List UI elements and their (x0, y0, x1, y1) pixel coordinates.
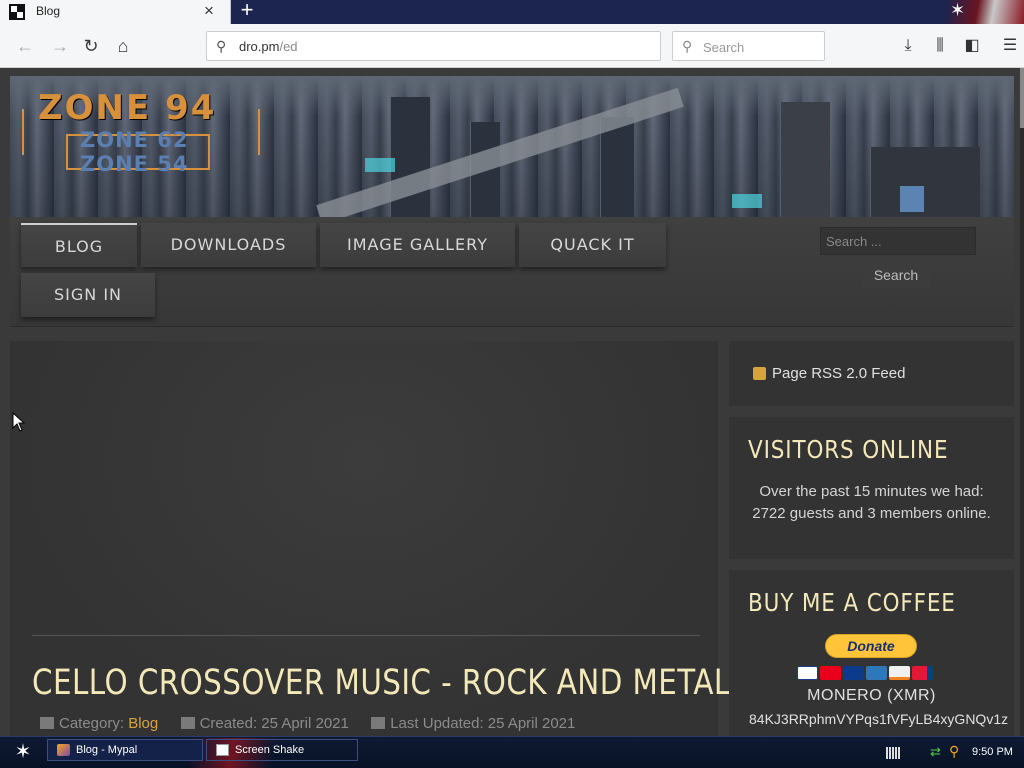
mypal-browser-icon (57, 744, 70, 756)
menu-item-blog[interactable]: BLOG (21, 223, 137, 267)
payment-cards (797, 666, 935, 680)
window-icon (216, 744, 229, 756)
window-decoration: ✶ (946, 0, 1024, 24)
amex-card-icon (866, 666, 887, 680)
site-logo-sub: ZONE 54 (80, 152, 189, 176)
tab-strip: Blog × + ✶ (0, 0, 1024, 24)
keyboard-icon[interactable] (886, 747, 900, 759)
address-bar[interactable]: ⚲ dro.pm/ed (206, 31, 661, 61)
donate-button[interactable]: Donate (825, 634, 917, 658)
updated-date: Last Updated: 25 April 2021 (390, 715, 576, 732)
monero-address[interactable]: 84KJ3RRphmVYPqs1fVFyLB4xyGNQv1z (749, 711, 1008, 727)
page-scrollbar[interactable] (1020, 68, 1024, 736)
maestro-card-icon (843, 666, 864, 680)
visitors-title: VISITORS ONLINE (748, 435, 949, 464)
visa-card-icon (797, 666, 818, 680)
banner-screen (900, 186, 924, 212)
taskbar-clock[interactable]: 9:50 PM (972, 742, 1013, 762)
banner-neon-sign (365, 158, 395, 172)
menu-item-sign-in[interactable]: SIGN IN (21, 273, 155, 317)
site-logo-sub: ZONE 62 (80, 128, 189, 152)
tab-close-icon[interactable]: × (204, 1, 214, 21)
site-logo[interactable]: ZONE 94 (38, 88, 216, 128)
banner-building (870, 147, 980, 217)
created-date: Created: 25 April 2021 (199, 715, 349, 732)
menu-item-quack-it[interactable]: QUACK IT (519, 223, 666, 267)
menu-item-downloads[interactable]: DOWNLOADS (141, 223, 316, 267)
article-meta: Category: Blog Created: 25 April 2021 La… (40, 715, 575, 732)
forward-arrow-icon[interactable]: → (48, 34, 72, 58)
main-article: CELLO CROSSOVER MUSIC - ROCK AND METAL C… (10, 341, 730, 736)
new-tab-button[interactable]: + (236, 0, 258, 22)
banner-building (780, 102, 830, 217)
monero-title: MONERO (XMR) (807, 687, 936, 704)
hamburger-menu-icon[interactable]: ☰ (999, 36, 1021, 56)
coffee-title: BUY ME A COFFEE (748, 588, 956, 617)
address-bar-url: dro.pm/ed (239, 39, 298, 54)
os-taskbar: ✶ Blog - Mypal Screen Shake ⇄ ⚲ 9:50 PM (0, 736, 1024, 768)
start-star-icon[interactable]: ✶ (8, 740, 38, 764)
sidebar-icon[interactable]: ◧ (961, 36, 983, 56)
mastercard-icon (820, 666, 841, 680)
calendar-icon (180, 717, 195, 729)
downloads-icon[interactable]: ⤓ (897, 36, 919, 56)
rss-icon (753, 367, 766, 380)
site-favicon-icon (9, 4, 25, 20)
folder-icon (40, 717, 54, 729)
visitors-module: VISITORS ONLINE Over the past 15 minutes… (729, 417, 1014, 559)
task-label: Screen Shake (235, 744, 305, 756)
reload-icon[interactable]: ↻ (79, 34, 103, 58)
article-title[interactable]: CELLO CROSSOVER MUSIC - ROCK AND METAL (32, 663, 731, 703)
menu-item-image-gallery[interactable]: IMAGE GALLERY (320, 223, 515, 267)
network-icon[interactable]: ⇄ (930, 744, 944, 759)
site-search-input[interactable]: Search ... (820, 227, 976, 255)
rss-feed-link[interactable]: Page RSS 2.0 Feed (772, 365, 905, 382)
search-icon: ⚲ (216, 38, 227, 54)
article-divider (32, 635, 700, 636)
browser-search-input[interactable]: ⚲ Search (672, 31, 825, 61)
rss-module: Page RSS 2.0 Feed (729, 341, 1014, 406)
mouse-cursor-icon (12, 412, 26, 432)
search-icon: ⚲ (682, 38, 693, 54)
unionpay-card-icon (912, 666, 933, 680)
browser-search-placeholder: Search (703, 40, 745, 55)
page-viewport: ZONE 94 ZONE 62 ZONE 54 BLOG DOWNLOADS I… (0, 68, 1024, 736)
star-icon: ✶ (950, 0, 966, 20)
back-arrow-icon[interactable]: ← (13, 34, 37, 58)
calendar-icon (371, 717, 386, 729)
visitors-text: Over the past 15 minutes we had: 2722 gu… (752, 483, 991, 522)
discover-card-icon (889, 666, 910, 680)
task-screen-shake[interactable]: Screen Shake (206, 739, 358, 761)
site-banner: ZONE 94 ZONE 62 ZONE 54 (10, 76, 1014, 217)
library-icon[interactable]: ⫼ (929, 36, 951, 56)
scrollbar-thumb[interactable] (1020, 68, 1024, 128)
browser-tab-blog[interactable]: Blog × (0, 0, 231, 24)
site-search-button[interactable]: Search (862, 261, 930, 289)
url-path: /ed (279, 39, 298, 54)
tab-title: Blog (36, 4, 61, 18)
task-blog-mypal[interactable]: Blog - Mypal (47, 739, 203, 761)
search-tray-icon[interactable]: ⚲ (949, 743, 965, 759)
banner-neon-sign (732, 194, 762, 208)
site-main-menu: BLOG DOWNLOADS IMAGE GALLERY QUACK IT SI… (10, 217, 1014, 327)
category-label: Category: (59, 715, 125, 732)
url-host: dro.pm (239, 39, 280, 54)
navigation-toolbar: ← → ↻ ⌂ ⚲ dro.pm/ed ⚲ Search ⤓ ⫼ ◧ ☰ (0, 24, 1024, 68)
coffee-module: BUY ME A COFFEE Donate MONERO (XMR) 84KJ… (729, 570, 1014, 736)
home-icon[interactable]: ⌂ (111, 34, 135, 58)
category-link[interactable]: Blog (128, 715, 158, 732)
task-label: Blog - Mypal (76, 744, 138, 756)
